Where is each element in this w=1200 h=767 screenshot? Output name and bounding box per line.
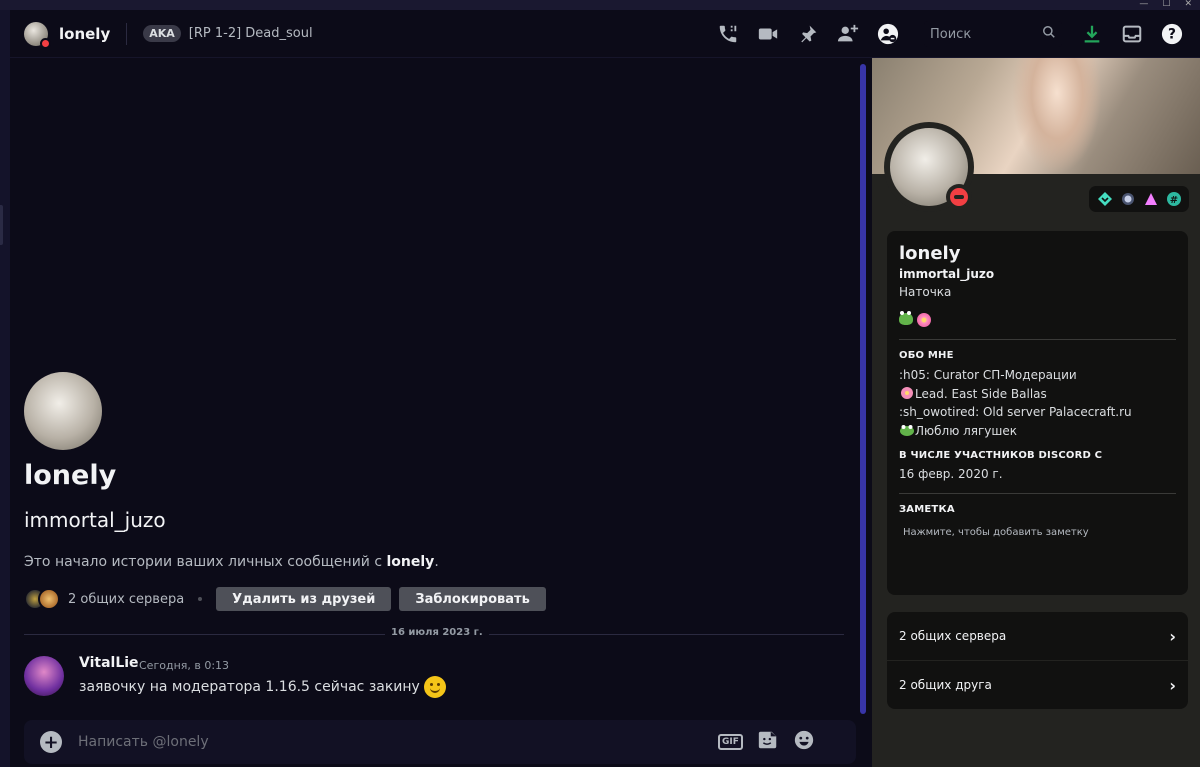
frog-emoji-icon [899,311,913,325]
chevron-right-icon: › [1169,675,1176,695]
aka-text: [RP 1-2] Dead_soul [188,26,313,41]
profile-badges: # [1089,186,1189,212]
maximize-button[interactable]: ☐ [1162,0,1170,10]
inbox-icon[interactable] [1120,22,1144,46]
video-call-icon[interactable] [756,22,780,46]
user-profile-panel: # lonely immortal_juzo Наточка ОБО МНЕ :… [872,58,1200,767]
mutual-server-icon[interactable] [38,588,60,610]
remove-friend-button[interactable]: Удалить из друзей [216,587,392,611]
flower-emoji-icon [899,386,915,400]
help-icon[interactable]: ? [1160,22,1184,46]
header-toolbar: Поиск ? [716,10,1200,58]
scrollbar[interactable] [860,64,866,714]
message-timestamp: Сегодня, в 0:13 [139,659,230,672]
title-bar [0,0,1200,10]
channel-header: lonely AKA [RP 1-2] Dead_soul Поиск ? [10,10,1200,58]
profile-display-name: lonely [899,243,961,264]
svg-text:#: # [1169,195,1177,206]
message-content: заявочку на модератора 1.16.5 сейчас зак… [79,676,446,698]
minimize-button[interactable]: — [1139,0,1148,10]
about-text: :h05: Curator СП-Модерации Lead. East Si… [899,368,1132,438]
boost-badge-icon[interactable] [1120,191,1136,207]
close-button[interactable]: ✕ [1184,0,1192,10]
hypesquad-badge-icon[interactable] [1097,191,1113,207]
aka-badge: AKA [143,25,181,42]
dm-intro-text: Это начало истории ваших личных сообщени… [24,554,439,570]
chevron-right-icon: › [1169,626,1176,646]
avatar[interactable] [24,21,51,49]
note-heading: ЗАМЕТКА [899,504,955,515]
message-author[interactable]: VitalLie [79,655,139,671]
dm-intro-avatar[interactable] [24,372,102,450]
profile-status-emojis [899,311,1176,327]
nitro-badge-icon[interactable] [1143,191,1159,207]
search-placeholder: Поиск [930,26,972,42]
sticker-icon[interactable] [757,729,779,755]
about-heading: ОБО МНЕ [899,350,954,361]
search-icon [1042,25,1056,43]
mutual-servers-link[interactable]: 2 общих сервера [68,592,184,607]
frog-emoji-icon [899,423,915,437]
pin-icon[interactable] [796,22,820,46]
profile-avatar[interactable] [884,122,974,212]
date-divider-label: 16 июля 2023 г. [385,627,489,638]
slight-smile-emoji-icon [423,676,446,698]
gif-button[interactable]: GIF [718,734,743,750]
mutual-row: 2 общих сервера Удалить из друзей Заблок… [24,587,554,611]
profile-card: lonely immortal_juzo Наточка ОБО МНЕ :h0… [887,231,1188,595]
emoji-picker-icon[interactable] [793,729,815,755]
server-sidebar-edge [0,10,10,767]
dm-intro-display-name: lonely [24,460,117,491]
search-input[interactable]: Поиск [924,21,1062,47]
message-area: lonely immortal_juzo Это начало истории … [10,58,872,767]
member-since-heading: В ЧИСЛЕ УЧАСТНИКОВ DISCORD С [899,450,1103,461]
message-input[interactable] [78,734,718,750]
mutual-friends-row[interactable]: 2 общих друга › [887,661,1188,709]
profile-pronouns: Наточка [899,285,952,299]
message-composer: + GIF [24,720,856,764]
dnd-status-icon [946,184,972,210]
upload-plus-icon[interactable]: + [40,731,62,753]
window-controls: — ☐ ✕ [1139,0,1200,10]
dm-user-name[interactable]: lonely [59,25,110,43]
svg-text:?: ? [1168,27,1176,43]
note-input[interactable]: Нажмите, чтобы добавить заметку [899,527,1176,538]
mutual-servers-row[interactable]: 2 общих сервера › [887,612,1188,660]
dm-intro-username: immortal_juzo [24,508,166,532]
block-button[interactable]: Заблокировать [399,587,546,611]
dnd-status-icon [40,37,51,49]
hashtag-badge-icon[interactable]: # [1166,191,1182,207]
member-since-date: 16 февр. 2020 г. [899,467,1003,481]
user-profile-icon[interactable] [876,22,900,46]
add-friends-to-dm-icon[interactable] [836,22,860,46]
flower-emoji-icon [917,313,931,327]
message-avatar[interactable] [24,656,64,696]
download-icon[interactable] [1080,22,1104,46]
profile-username: immortal_juzo [899,267,995,281]
voice-call-icon[interactable] [716,22,740,46]
